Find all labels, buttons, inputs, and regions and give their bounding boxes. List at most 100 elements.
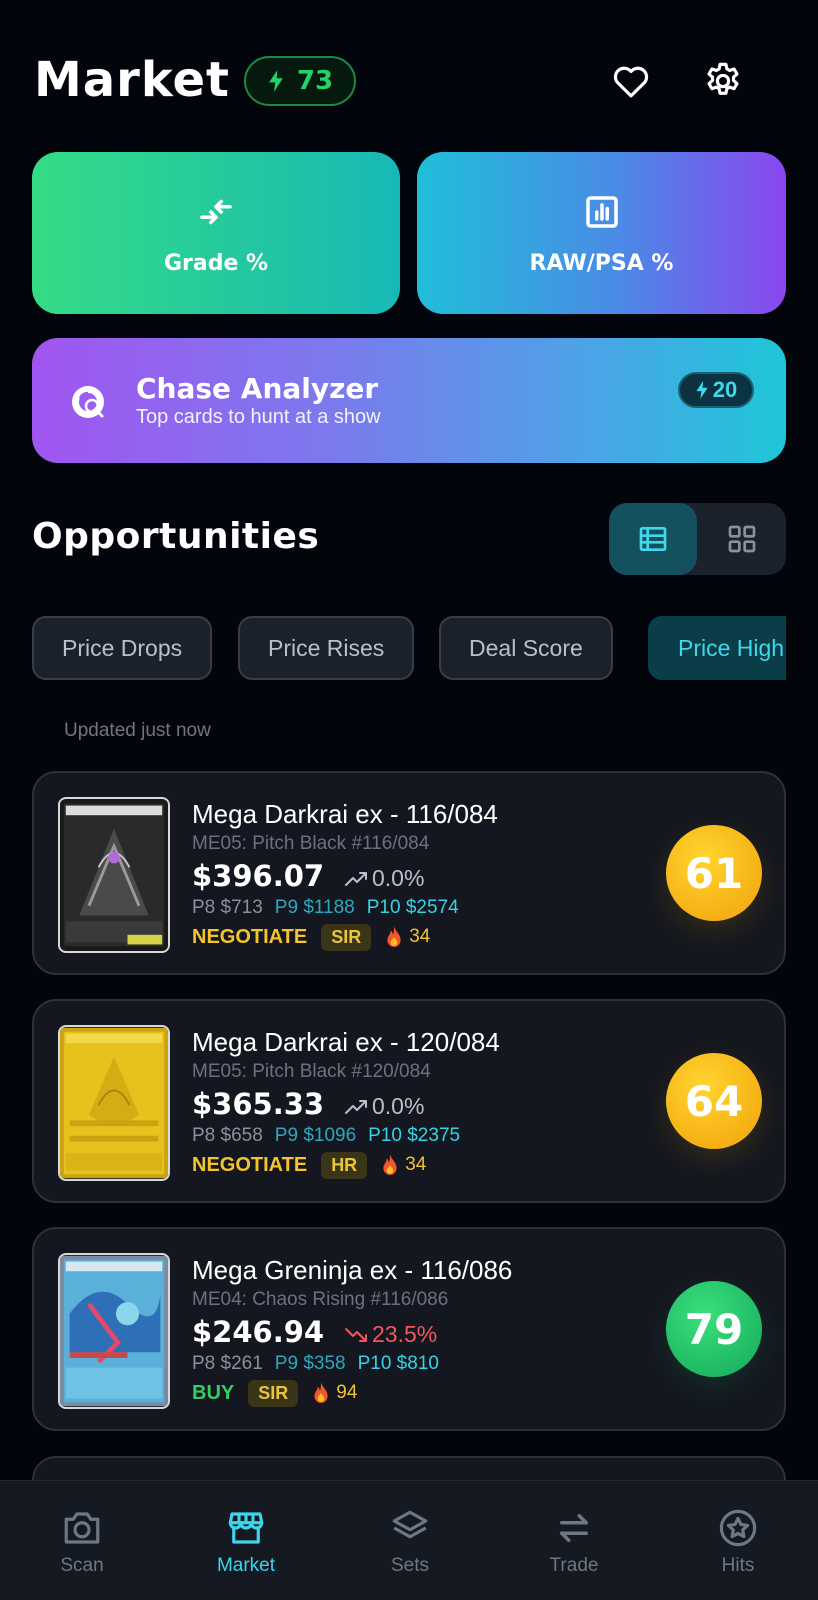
- star-badge-icon: [719, 1509, 757, 1547]
- card-artwork: [60, 799, 168, 951]
- psa10-price: P10 $810: [357, 1353, 439, 1374]
- card-price: $396.07: [192, 859, 325, 893]
- action-label: NEGOTIATE: [192, 1153, 308, 1176]
- price-change: 23.5%: [344, 1321, 437, 1348]
- graded-prices: P8 $713 P9 $1188 P10 $2574: [192, 897, 471, 919]
- opportunity-card[interactable]: Mega Greninja ex - 116/086 ME04: Chaos R…: [32, 1227, 786, 1431]
- chase-analyzer-title: Chase Analyzer: [136, 372, 379, 405]
- psa9-price: P9 $358: [274, 1353, 346, 1374]
- card-name: Mega Darkrai ex - 120/084: [192, 1027, 500, 1057]
- graded-prices: P8 $658 P9 $1096 P10 $2375: [192, 1125, 472, 1147]
- nav-market[interactable]: Market: [164, 1481, 328, 1600]
- page-title: Market: [34, 52, 230, 108]
- nav-sets-label: Sets: [390, 1555, 430, 1576]
- card-thumbnail: [58, 1253, 170, 1409]
- chip-price-drops[interactable]: Price Drops: [32, 616, 213, 680]
- trend-up-icon: [345, 871, 367, 886]
- grid-view-button[interactable]: [698, 503, 786, 575]
- compare-arrows-icon: [200, 199, 232, 224]
- storefront-icon: [228, 1512, 264, 1544]
- nav-hits[interactable]: Hits: [656, 1481, 818, 1600]
- card-set: ME04: Chaos Rising #116/086: [192, 1289, 449, 1310]
- price-change: 0.0%: [344, 865, 424, 892]
- fire-icon: [387, 926, 401, 947]
- chase-cost-badge: 20: [678, 372, 754, 408]
- chase-cost: 20: [712, 377, 738, 402]
- lightning-icon: [269, 70, 283, 92]
- rarity-badge: SIR: [321, 923, 372, 951]
- camera-icon: [64, 1512, 100, 1544]
- opportunity-card[interactable]: Mega Darkrai ex - 120/084 ME05: Pitch Bl…: [32, 999, 786, 1203]
- rarity-badge: SIR: [248, 1379, 299, 1407]
- raw-psa-button[interactable]: RAW/PSA %: [417, 152, 786, 314]
- raw-psa-label: RAW/PSA %: [529, 250, 674, 276]
- chip-deal-score[interactable]: Deal Score: [439, 616, 613, 680]
- trend-down-icon: [345, 1327, 367, 1342]
- card-tags: NEGOTIATE HR 34: [192, 1151, 426, 1179]
- action-label: BUY: [192, 1381, 235, 1404]
- view-toggle: [609, 503, 786, 575]
- energy-balance[interactable]: 73: [244, 56, 356, 106]
- card-price: $365.33: [192, 1087, 325, 1121]
- card-set: ME05: Pitch Black #116/084: [192, 833, 430, 854]
- lightning-icon: [696, 381, 708, 399]
- heat-indicator: 94: [312, 1382, 357, 1404]
- psa10-price: P10 $2375: [368, 1125, 461, 1146]
- favorites-button[interactable]: [608, 58, 654, 104]
- psa8-price: P8 $658: [192, 1125, 263, 1146]
- grade-percent-button[interactable]: Grade %: [32, 152, 400, 314]
- nav-scan[interactable]: Scan: [0, 1481, 164, 1600]
- list-view-icon: [639, 527, 667, 551]
- nav-scan-label: Scan: [60, 1555, 104, 1576]
- card-name: Mega Darkrai ex - 116/084: [192, 799, 498, 829]
- market-screen: Market 73 Grade % RAW/PSA % Chase Analyz…: [0, 0, 818, 1600]
- price-change-value: 0.0%: [372, 1093, 425, 1119]
- header: Market 73: [32, 52, 786, 108]
- psa8-price: P8 $261: [192, 1353, 263, 1374]
- heat-count: 34: [405, 1154, 427, 1175]
- chip-price-high[interactable]: Price High: [648, 616, 786, 680]
- updated-status: Updated just now: [64, 720, 211, 741]
- card-thumbnail: [58, 1025, 170, 1181]
- filter-chips: Price Drops Price Rises Deal Score Price…: [32, 616, 786, 680]
- list-view-button[interactable]: [609, 503, 697, 575]
- swap-arrows-icon: [560, 1514, 588, 1542]
- action-label: NEGOTIATE: [192, 925, 308, 948]
- rarity-badge: HR: [321, 1151, 368, 1179]
- chip-price-rises[interactable]: Price Rises: [238, 616, 415, 680]
- radar-search-icon: [72, 386, 104, 418]
- grid-view-icon: [728, 525, 756, 553]
- deal-score-badge: 61: [666, 825, 762, 921]
- price-change-value: 0.0%: [372, 865, 425, 891]
- psa10-price: P10 $2574: [366, 897, 459, 918]
- fire-icon: [383, 1154, 397, 1175]
- deal-score-badge: 64: [666, 1053, 762, 1149]
- price-change: 0.0%: [344, 1093, 424, 1120]
- bottom-nav: Scan Market Sets Trade Hits: [0, 1480, 818, 1600]
- opportunity-card[interactable]: Mega Darkrai ex - 116/084 ME05: Pitch Bl…: [32, 771, 786, 975]
- opportunities-title: Opportunities: [32, 516, 320, 557]
- grade-percent-label: Grade %: [163, 250, 269, 276]
- heat-count: 94: [336, 1382, 358, 1403]
- card-tags: BUY SIR 94: [192, 1379, 357, 1407]
- chase-analyzer-subtitle: Top cards to hunt at a show: [136, 406, 381, 428]
- card-artwork: [60, 1255, 168, 1407]
- card-set: ME05: Pitch Black #120/084: [192, 1061, 431, 1082]
- nav-sets[interactable]: Sets: [328, 1481, 492, 1600]
- nav-hits-label: Hits: [721, 1555, 755, 1576]
- card-thumbnail: [58, 797, 170, 953]
- nav-trade-label: Trade: [549, 1555, 599, 1576]
- card-tags: NEGOTIATE SIR 34: [192, 923, 430, 951]
- card-price: $246.94: [192, 1315, 325, 1349]
- price-change-value: 23.5%: [372, 1321, 438, 1347]
- graded-prices: P8 $261 P9 $358 P10 $810: [192, 1353, 451, 1375]
- nav-market-label: Market: [216, 1555, 276, 1576]
- psa8-price: P8 $713: [192, 897, 263, 918]
- heat-indicator: 34: [381, 1154, 426, 1176]
- chase-analyzer-banner[interactable]: Chase Analyzer Top cards to hunt at a sh…: [32, 338, 786, 463]
- layers-icon: [392, 1510, 428, 1539]
- card-artwork: [60, 1027, 168, 1179]
- nav-trade[interactable]: Trade: [492, 1481, 656, 1600]
- energy-count: 73: [296, 66, 334, 96]
- settings-button[interactable]: [700, 58, 746, 104]
